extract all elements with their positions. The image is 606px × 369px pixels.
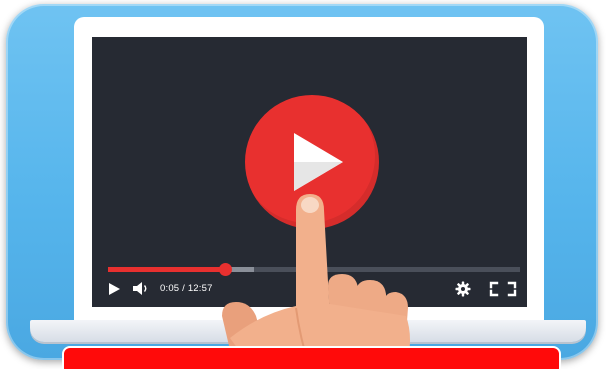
illustration-canvas: 0:05 / 12:57 xyxy=(0,0,606,369)
red-banner xyxy=(62,346,561,369)
volume-icon[interactable] xyxy=(132,281,150,296)
gear-icon[interactable] xyxy=(455,281,471,297)
play-icon[interactable] xyxy=(108,282,121,296)
fullscreen-icon[interactable] xyxy=(489,281,517,297)
time-separator: / xyxy=(182,283,185,294)
current-time: 0:05 xyxy=(160,283,180,294)
pointing-hand-icon xyxy=(222,194,410,369)
